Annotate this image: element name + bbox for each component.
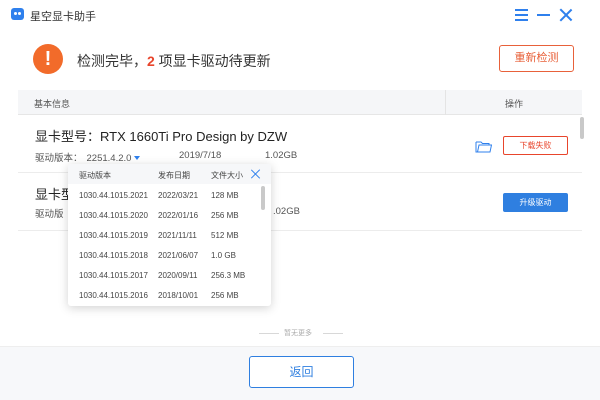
driver-version-label: 驱动版 xyxy=(35,209,64,220)
close-icon[interactable] xyxy=(559,8,573,22)
version-option[interactable]: 1030.44.1015.2018 2021/06/07 1.0 GB xyxy=(68,245,261,265)
app-title: 星空显卡助手 xyxy=(30,11,96,23)
gpu-model: 显卡型号：RTX 1660Ti Pro Design by DZW xyxy=(35,129,288,144)
driver-version-label: 驱动版本： xyxy=(35,153,83,164)
driver-size: .02GB xyxy=(273,206,300,217)
option-date: 2021/11/11 xyxy=(158,231,197,240)
option-size: 256 MB xyxy=(211,291,239,300)
popup-column-size: 文件大小 xyxy=(211,171,243,180)
driver-date: 2019/7/18 xyxy=(179,150,222,161)
option-version: 1030.44.1015.2020 xyxy=(79,211,148,220)
column-header-info: 基本信息 xyxy=(34,99,71,109)
option-version: 1030.44.1015.2016 xyxy=(79,291,148,300)
version-option[interactable]: 1030.44.1015.2019 2021/11/11 512 MB xyxy=(68,225,261,245)
popup-column-date: 发布日期 xyxy=(158,171,190,180)
version-option[interactable]: 1030.44.1015.2020 2022/01/16 256 MB xyxy=(68,205,261,225)
download-failed-button[interactable]: 下载失败 xyxy=(503,136,568,155)
status-prefix: 检测完毕， xyxy=(77,53,147,69)
option-version: 1030.44.1015.2019 xyxy=(79,231,148,240)
option-size: 128 MB xyxy=(211,191,239,200)
column-divider xyxy=(445,90,446,115)
option-date: 2020/09/11 xyxy=(158,271,198,280)
minimize-icon[interactable] xyxy=(537,14,550,16)
back-button[interactable]: 返回 xyxy=(249,356,354,388)
upgrade-driver-button[interactable]: 升级驱动 xyxy=(503,193,568,212)
driver-version-popup: 驱动版本 发布日期 文件大小 1030.44.1015.2021 2022/03… xyxy=(68,164,271,306)
option-date: 2018/10/01 xyxy=(158,291,199,300)
no-more-divider: 暂无更多 xyxy=(0,328,600,338)
option-size: 256 MB xyxy=(211,211,239,220)
table-header: 基本信息 操作 xyxy=(18,90,582,115)
version-option[interactable]: 1030.44.1015.2016 2018/10/01 256 MB xyxy=(68,285,261,305)
status-suffix: 项显卡驱动待更新 xyxy=(154,53,271,69)
divider-line xyxy=(259,333,279,334)
divider-line xyxy=(323,333,343,334)
version-option[interactable]: 1030.44.1015.2017 2020/09/11 256.3 MB xyxy=(68,265,261,285)
driver-version-value: 2251.4.2.0 xyxy=(86,153,132,164)
list-scrollbar[interactable] xyxy=(580,117,584,139)
popup-column-version: 驱动版本 xyxy=(79,171,111,180)
menu-icon[interactable] xyxy=(515,9,528,21)
version-dropdown-icon[interactable] xyxy=(134,156,141,160)
folder-icon[interactable] xyxy=(475,140,492,153)
option-date: 2022/01/16 xyxy=(158,211,199,220)
app-logo-icon xyxy=(11,8,24,20)
version-option[interactable]: 1030.44.1015.2021 2022/03/21 128 MB xyxy=(68,185,261,205)
option-size: 512 MB xyxy=(211,231,239,240)
option-date: 2022/03/21 xyxy=(158,191,199,200)
warning-icon: ! xyxy=(33,44,63,74)
option-version: 1030.44.1015.2018 xyxy=(79,251,148,260)
driver-size: 1.02GB xyxy=(265,150,298,161)
status-count: 2 xyxy=(147,53,155,69)
option-size: 256.3 MB xyxy=(211,271,246,280)
title-bar: 星空显卡助手 xyxy=(0,0,600,30)
scan-status: ! 检测完毕，2 项显卡驱动待更新 重新检测 xyxy=(0,30,600,88)
popup-header: 驱动版本 发布日期 文件大小 xyxy=(68,164,271,184)
driver-meta: 驱动版本： 2251.4.2.0 2019/7/18 1.02GB xyxy=(35,150,297,164)
column-header-action: 操作 xyxy=(505,99,524,109)
option-date: 2021/06/07 xyxy=(158,251,199,260)
status-message: 检测完毕，2 项显卡驱动待更新 xyxy=(77,51,271,71)
option-version: 1030.44.1015.2021 xyxy=(79,191,148,200)
no-more-label: 暂无更多 xyxy=(284,330,312,337)
option-version: 1030.44.1015.2017 xyxy=(79,271,148,280)
driver-meta: 驱动版 .02GB xyxy=(35,206,300,220)
recheck-button[interactable]: 重新检测 xyxy=(499,45,574,72)
footer-bar: 返回 xyxy=(0,346,600,400)
popup-close-icon[interactable] xyxy=(251,169,261,179)
option-size: 1.0 GB xyxy=(211,251,236,260)
popup-scrollbar[interactable] xyxy=(261,186,265,210)
